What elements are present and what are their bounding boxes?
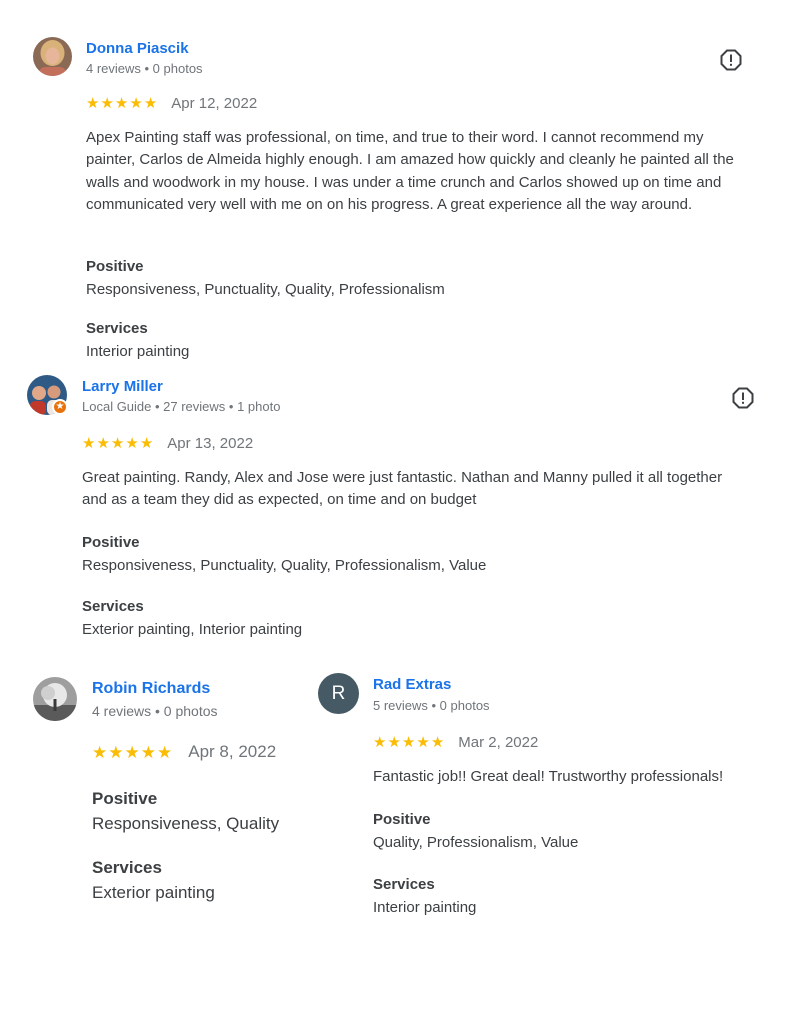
reviewer-name[interactable]: Robin Richards xyxy=(92,680,210,698)
services-value: Interior painting xyxy=(373,899,477,916)
services-label: Services xyxy=(82,598,144,615)
review-card-donna-piascik: Donna Piascik 4 reviews • 0 photos ★ ★ ★ ★ ★… xyxy=(0,0,791,370)
star-rating: ★ ★ ★ ★ ★ xyxy=(373,735,444,750)
services-label: Services xyxy=(86,320,148,337)
rating-row: ★ ★ ★ ★ ★ Apr 8, 2022 xyxy=(92,742,276,762)
review-card-robin-richards: Robin Richards 4 reviews • 0 photos ★ ★ ★ ★… xyxy=(0,660,310,920)
star-icon: ★ xyxy=(114,95,129,112)
star-icon: ★ xyxy=(96,435,110,452)
avatar[interactable] xyxy=(33,677,77,721)
review-card-rad-extras: R Rad Extras 5 reviews • 0 photos ★ ★ ★ ★ ★ … xyxy=(310,660,791,920)
review-date: Apr 12, 2022 xyxy=(171,95,258,112)
star-icon: ★ xyxy=(125,435,139,452)
reviewer-meta: 5 reviews • 0 photos xyxy=(373,698,490,713)
positive-label: Positive xyxy=(92,789,158,808)
star-icon: ★ xyxy=(100,95,114,112)
star-icon: ★ xyxy=(92,742,108,762)
star-rating: ★ ★ ★ ★ ★ xyxy=(82,436,153,451)
services-value: Interior painting xyxy=(86,343,190,360)
services-label: Services xyxy=(92,858,162,877)
star-icon: ★ xyxy=(416,734,430,751)
positive-value: Responsiveness, Punctuality, Quality, Pr… xyxy=(82,557,487,574)
review-text: Fantastic job!! Great deal! Trustworthy … xyxy=(373,768,724,785)
positive-value: Responsiveness, Punctuality, Quality, Pr… xyxy=(86,281,445,298)
positive-label: Positive xyxy=(86,258,144,275)
reviewer-name[interactable]: Larry Miller xyxy=(82,378,163,395)
star-icon: ★ xyxy=(86,95,100,112)
star-icon: ★ xyxy=(108,742,124,762)
review-date: Apr 13, 2022 xyxy=(167,435,254,452)
review-date: Mar 2, 2022 xyxy=(458,734,539,751)
rating-row: ★ ★ ★ ★ ★ Apr 12, 2022 xyxy=(86,95,257,112)
report-flag-icon[interactable] xyxy=(720,49,742,71)
reviewer-name[interactable]: Donna Piascik xyxy=(86,40,189,57)
star-icon: ★ xyxy=(373,734,387,751)
services-value: Exterior painting, Interior painting xyxy=(82,621,303,638)
review-card-larry-miller: ★ Larry Miller Local Guide • 27 reviews … xyxy=(0,370,791,655)
star-icon: ★ xyxy=(139,435,154,452)
avatar[interactable]: R xyxy=(318,673,359,714)
services-label: Services xyxy=(373,876,435,893)
star-rating: ★ ★ ★ ★ ★ xyxy=(86,96,157,111)
star-icon: ★ xyxy=(124,742,140,762)
reviewer-meta: 4 reviews • 0 photos xyxy=(92,703,218,719)
positive-value: Quality, Professionalism, Value xyxy=(373,834,579,851)
star-icon: ★ xyxy=(140,742,156,762)
star-icon: ★ xyxy=(143,95,158,112)
reviewer-meta: 4 reviews • 0 photos xyxy=(86,61,203,76)
star-icon: ★ xyxy=(129,95,143,112)
star-icon: ★ xyxy=(401,734,416,751)
services-value: Exterior painting xyxy=(92,883,215,902)
avatar-letter: R xyxy=(331,682,346,704)
review-text: Apex Painting staff was professional, on… xyxy=(86,129,734,213)
reviewer-meta: Local Guide • 27 reviews • 1 photo xyxy=(82,399,281,414)
rating-row: ★ ★ ★ ★ ★ Mar 2, 2022 xyxy=(373,734,538,751)
star-icon: ★ xyxy=(110,435,125,452)
local-guide-badge-icon: ★ xyxy=(52,399,68,415)
positive-label: Positive xyxy=(82,534,140,551)
avatar[interactable] xyxy=(33,37,72,76)
star-rating: ★ ★ ★ ★ ★ xyxy=(92,744,172,761)
star-icon: ★ xyxy=(387,734,401,751)
positive-value: Responsiveness, Quality xyxy=(92,814,280,833)
star-icon: ★ xyxy=(430,734,445,751)
review-text: Great painting. Randy, Alex and Jose wer… xyxy=(82,469,723,509)
positive-label: Positive xyxy=(373,811,431,828)
star-icon: ★ xyxy=(82,435,96,452)
review-date: Apr 8, 2022 xyxy=(188,742,277,761)
star-icon: ★ xyxy=(157,742,173,762)
rating-row: ★ ★ ★ ★ ★ Apr 13, 2022 xyxy=(82,435,253,452)
reviewer-name[interactable]: Rad Extras xyxy=(373,676,451,693)
report-flag-icon[interactable] xyxy=(732,387,754,409)
